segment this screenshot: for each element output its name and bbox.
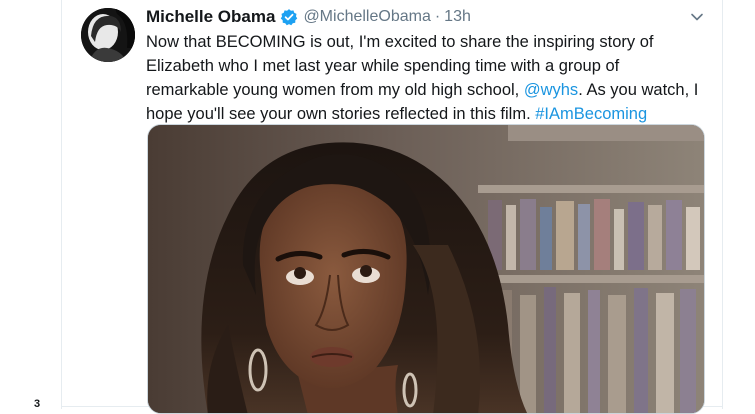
timestamp[interactable]: 13h (444, 8, 471, 26)
left-gutter (0, 0, 62, 409)
avatar[interactable] (81, 8, 135, 62)
gutter-number: 3 (34, 398, 41, 410)
separator-dot: · (434, 8, 441, 25)
right-gutter (722, 0, 755, 409)
hashtag-link[interactable]: #IAmBecoming (535, 105, 647, 123)
video-thumbnail[interactable] (147, 124, 705, 414)
display-name[interactable]: Michelle Obama (146, 7, 275, 27)
user-handle[interactable]: @MichelleObama (303, 8, 430, 26)
chevron-down-icon[interactable] (689, 9, 705, 25)
tweet-text: Now that BECOMING is out, I'm excited to… (146, 30, 706, 126)
mention-link[interactable]: @wyhs (524, 81, 578, 99)
tweet-header: Michelle Obama @MichelleObama · 13h (146, 6, 471, 28)
verified-badge-icon (280, 8, 298, 26)
